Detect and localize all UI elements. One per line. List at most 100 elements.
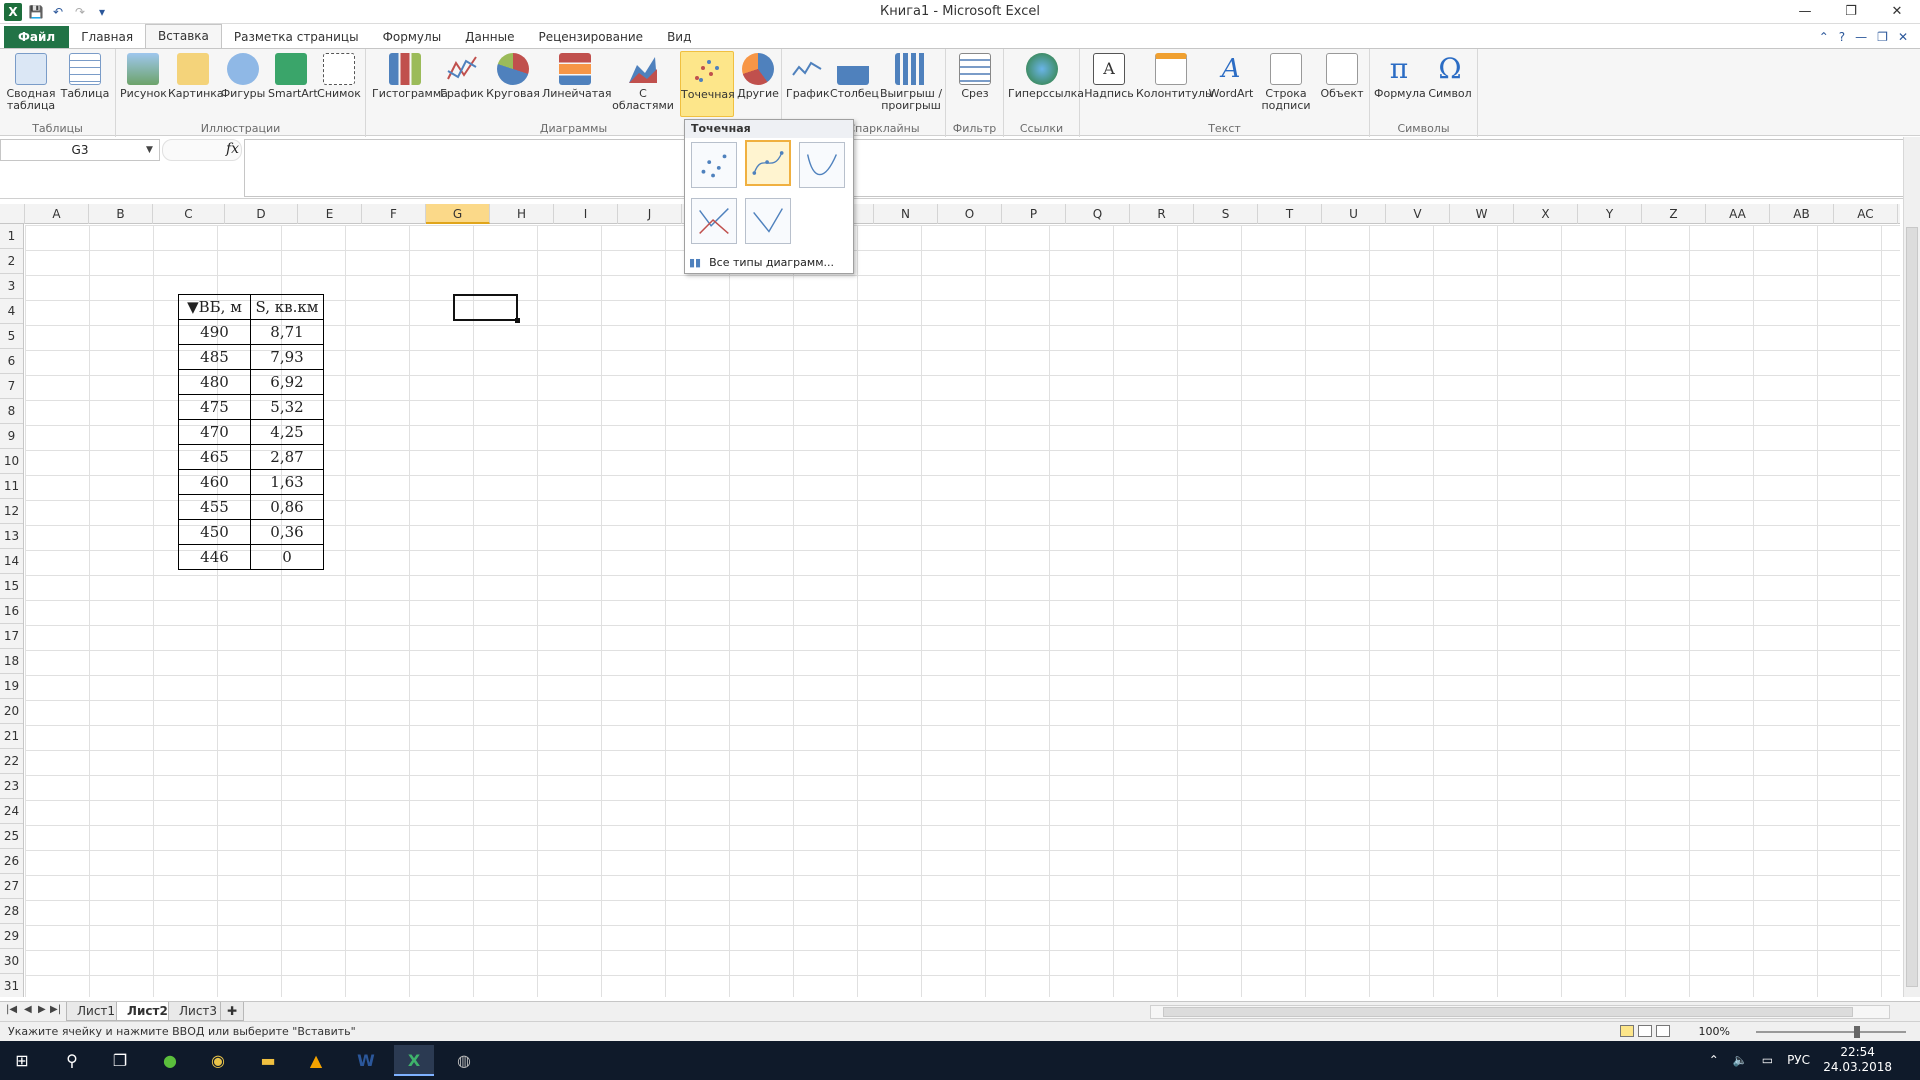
insert-sheet-icon[interactable]: ✚ bbox=[220, 1002, 245, 1021]
select-all-corner[interactable] bbox=[0, 204, 25, 224]
row-header-13[interactable]: 13 bbox=[0, 524, 23, 549]
column-header-b[interactable]: B bbox=[89, 204, 153, 224]
vertical-scroll-thumb[interactable] bbox=[1906, 227, 1918, 987]
row-header-17[interactable]: 17 bbox=[0, 624, 23, 649]
clipart-button[interactable]: Картинка bbox=[168, 53, 224, 100]
object-button[interactable]: Объект bbox=[1318, 53, 1366, 100]
search-icon[interactable]: ⚲ bbox=[52, 1045, 92, 1076]
tab-view[interactable]: Вид bbox=[655, 26, 703, 48]
doc-close-icon[interactable]: ✕ bbox=[1898, 30, 1908, 44]
minimize-icon[interactable]: — bbox=[1782, 0, 1828, 24]
column-header-c[interactable]: C bbox=[153, 204, 225, 224]
sheet-nav-last-icon[interactable]: ▶| bbox=[50, 1004, 61, 1015]
row-header-1[interactable]: 1 bbox=[0, 224, 23, 249]
table-cell[interactable]: 455 bbox=[178, 494, 251, 520]
column-header-w[interactable]: W bbox=[1450, 204, 1514, 224]
excel-taskbar-icon[interactable]: X bbox=[394, 1045, 434, 1076]
picture-button[interactable]: Рисунок bbox=[120, 53, 167, 100]
chrome-icon[interactable]: ◉ bbox=[198, 1045, 238, 1076]
pie-chart-button[interactable]: Круговая bbox=[486, 53, 540, 100]
equation-button[interactable]: π Формула bbox=[1374, 53, 1426, 100]
column-header-o[interactable]: O bbox=[938, 204, 1002, 224]
textbox-button[interactable]: A Надпись bbox=[1084, 53, 1134, 100]
sparkline-column-button[interactable]: Столбец bbox=[830, 53, 879, 100]
scatter-chart-button[interactable]: Точечная bbox=[680, 51, 735, 117]
file-explorer-icon[interactable]: ▬ bbox=[248, 1045, 288, 1076]
minimize-ribbon-icon[interactable]: ⌃ bbox=[1819, 30, 1829, 44]
column-header-s[interactable]: S bbox=[1194, 204, 1258, 224]
column-header-ab[interactable]: AB bbox=[1770, 204, 1834, 224]
tab-formulas[interactable]: Формулы bbox=[371, 26, 454, 48]
sheet-nav-next-icon[interactable]: ▶ bbox=[38, 1004, 46, 1015]
sheet-nav-prev-icon[interactable]: ◀ bbox=[24, 1004, 32, 1015]
wordart-button[interactable]: A WordArt bbox=[1208, 53, 1254, 100]
table-cell[interactable]: 0 bbox=[250, 544, 324, 570]
vertical-scrollbar[interactable] bbox=[1903, 137, 1920, 997]
column-header-g[interactable]: G bbox=[426, 204, 490, 224]
doc-restore-icon[interactable]: ❐ bbox=[1877, 30, 1888, 44]
pivot-table-button[interactable]: Сводная таблица bbox=[6, 53, 56, 112]
slicer-button[interactable]: Срез bbox=[952, 53, 998, 100]
page-break-view-icon[interactable] bbox=[1656, 1025, 1670, 1037]
row-header-6[interactable]: 6 bbox=[0, 349, 23, 374]
column-header-f[interactable]: F bbox=[362, 204, 426, 224]
column-header-j[interactable]: J bbox=[618, 204, 682, 224]
row-header-25[interactable]: 25 bbox=[0, 824, 23, 849]
line-chart-button[interactable]: График bbox=[440, 53, 484, 100]
tab-home[interactable]: Главная bbox=[69, 26, 145, 48]
insert-function-icon[interactable]: fx bbox=[226, 141, 239, 157]
scatter-smooth-lines-option[interactable] bbox=[799, 142, 845, 188]
symbol-button[interactable]: Ω Символ bbox=[1426, 53, 1474, 100]
other-charts-button[interactable]: Другие bbox=[736, 53, 780, 100]
formula-input[interactable] bbox=[244, 139, 1904, 197]
column-header-p[interactable]: P bbox=[1002, 204, 1066, 224]
row-header-18[interactable]: 18 bbox=[0, 649, 23, 674]
column-header-q[interactable]: Q bbox=[1066, 204, 1130, 224]
name-box[interactable]: G3 bbox=[0, 139, 160, 161]
task-view-icon[interactable]: ❐ bbox=[100, 1045, 140, 1076]
scatter-smooth-markers-option[interactable] bbox=[745, 140, 791, 186]
row-header-11[interactable]: 11 bbox=[0, 474, 23, 499]
area-chart-button[interactable]: С областями bbox=[610, 53, 676, 112]
row-header-20[interactable]: 20 bbox=[0, 699, 23, 724]
sheet-nav-first-icon[interactable]: |◀ bbox=[6, 1004, 17, 1015]
table-cell[interactable]: 460 bbox=[178, 469, 251, 495]
row-header-10[interactable]: 10 bbox=[0, 449, 23, 474]
table-cell[interactable]: 0,86 bbox=[250, 494, 324, 520]
column-header-aa[interactable]: AA bbox=[1706, 204, 1770, 224]
tab-insert[interactable]: Вставка bbox=[145, 24, 222, 48]
histogram-button[interactable]: Гистограмма bbox=[372, 53, 448, 100]
hyperlink-button[interactable]: Гиперссылка bbox=[1008, 53, 1084, 100]
restore-icon[interactable]: ❐ bbox=[1828, 0, 1874, 24]
table-cell[interactable]: 490 bbox=[178, 319, 251, 345]
column-header-z[interactable]: Z bbox=[1642, 204, 1706, 224]
sparkline-line-button[interactable]: График bbox=[786, 53, 830, 100]
column-header-v[interactable]: V bbox=[1386, 204, 1450, 224]
row-header-24[interactable]: 24 bbox=[0, 799, 23, 824]
horizontal-scrollbar[interactable] bbox=[1150, 1005, 1890, 1019]
row-header-30[interactable]: 30 bbox=[0, 949, 23, 974]
cell-area[interactable]: ▼ВБ, м S, кв.км 490 8,71 485 7,93 480 6,92 475 5,… bbox=[25, 225, 1900, 997]
normal-view-icon[interactable] bbox=[1620, 1025, 1634, 1037]
tab-page-layout[interactable]: Разметка страницы bbox=[222, 26, 371, 48]
table-cell[interactable]: 4,25 bbox=[250, 419, 324, 445]
scatter-straight-lines-option[interactable] bbox=[745, 198, 791, 244]
tray-arrow-icon[interactable]: ⌃ bbox=[1709, 1053, 1719, 1067]
table-cell[interactable]: 5,32 bbox=[250, 394, 324, 420]
row-header-15[interactable]: 15 bbox=[0, 574, 23, 599]
word-icon[interactable]: W bbox=[346, 1045, 386, 1076]
shapes-button[interactable]: Фигуры bbox=[220, 53, 266, 100]
table-cell[interactable]: 480 bbox=[178, 369, 251, 395]
scatter-markers-only-option[interactable] bbox=[691, 142, 737, 188]
language-indicator[interactable]: РУС bbox=[1787, 1053, 1810, 1067]
close-icon[interactable]: ✕ bbox=[1874, 0, 1920, 24]
row-header-28[interactable]: 28 bbox=[0, 899, 23, 924]
column-header-e[interactable]: E bbox=[298, 204, 362, 224]
bar-chart-button[interactable]: Линейчатая bbox=[542, 53, 612, 100]
column-header-u[interactable]: U bbox=[1322, 204, 1386, 224]
column-header-n[interactable]: N bbox=[874, 204, 938, 224]
row-header-27[interactable]: 27 bbox=[0, 874, 23, 899]
row-header-9[interactable]: 9 bbox=[0, 424, 23, 449]
table-cell[interactable]: 6,92 bbox=[250, 369, 324, 395]
column-header-r[interactable]: R bbox=[1130, 204, 1194, 224]
